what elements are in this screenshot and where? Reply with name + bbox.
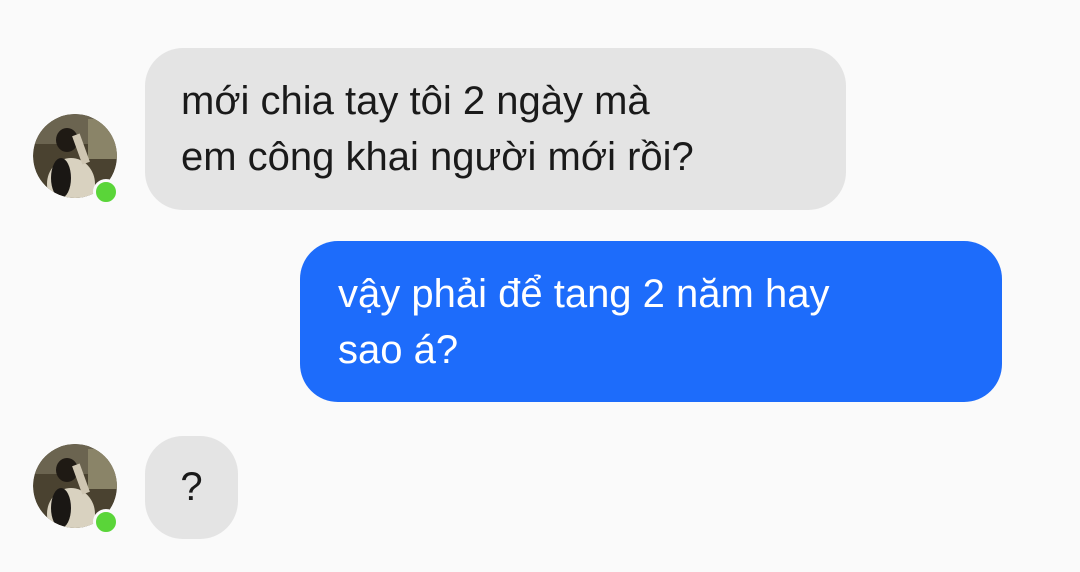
message-text-line: em công khai người mới rồi?: [181, 135, 694, 179]
message-bubble-outgoing[interactable]: vậy phải để tang 2 năm hay sao á?: [300, 241, 1002, 402]
contact-avatar[interactable]: [33, 114, 119, 205]
message-bubble-incoming[interactable]: mới chia tay tôi 2 ngày mà em công khai …: [145, 48, 846, 210]
message-text-line: ?: [180, 465, 203, 509]
message-text-line: sao á?: [338, 328, 459, 372]
contact-avatar[interactable]: [33, 444, 119, 535]
message-bubble-incoming[interactable]: ?: [145, 436, 238, 539]
online-status-indicator: [93, 179, 119, 205]
message-text-line: mới chia tay tôi 2 ngày mà: [181, 79, 650, 123]
message-text-line: vậy phải để tang 2 năm hay: [338, 272, 830, 316]
chat-screen: { "conversation": { "messages": [ { "sen…: [0, 0, 1080, 572]
online-status-indicator: [93, 509, 119, 535]
